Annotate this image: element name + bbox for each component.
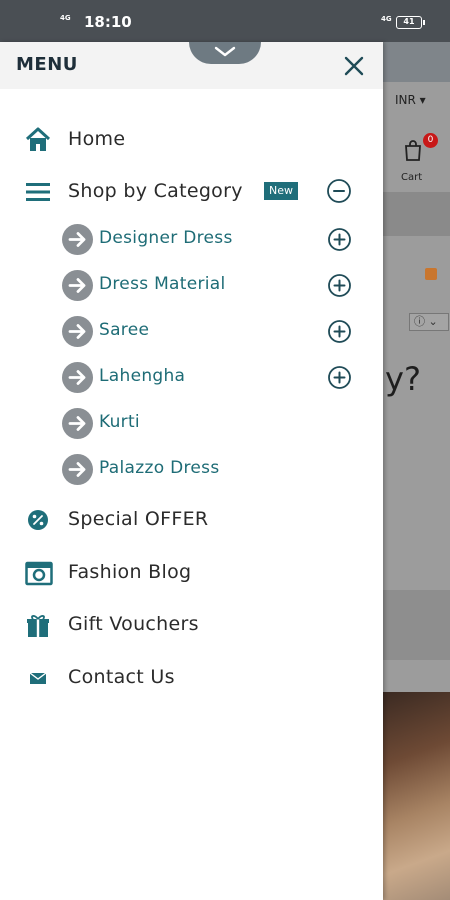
nav-label-home: Home xyxy=(68,128,126,150)
arrow-right-icon xyxy=(62,224,93,255)
currency-selector[interactable]: INR ▾ xyxy=(395,93,426,107)
battery-icon: 41 xyxy=(396,16,425,29)
nav-item-contact-us[interactable]: Contact Us xyxy=(0,656,383,700)
chevron-down-icon xyxy=(214,46,236,57)
category-label: Kurti xyxy=(99,412,140,432)
category-label: Saree xyxy=(99,320,150,340)
arrow-right-icon xyxy=(62,270,93,301)
cart-icon[interactable] xyxy=(401,138,425,162)
arrow-right-icon xyxy=(62,454,93,485)
clock: 18:10 xyxy=(84,13,132,31)
network-indicator-right: 4G xyxy=(381,15,392,23)
nav-label-shop-by-category: Shop by Category xyxy=(68,180,243,202)
category-item-palazzo-dress[interactable]: Palazzo Dress xyxy=(0,450,383,490)
status-bar: 4G 18:10 4G 41 xyxy=(0,0,450,42)
drawer-pull-tab[interactable] xyxy=(189,42,261,64)
background-heading-fragment: y? xyxy=(385,360,421,398)
hamburger-icon xyxy=(26,183,50,201)
home-icon xyxy=(25,127,51,151)
category-item-kurti[interactable]: Kurti xyxy=(0,404,383,444)
category-item-saree[interactable]: Saree xyxy=(0,312,383,352)
navigation-drawer: MENU Home Shop by Category New Designer … xyxy=(0,42,383,900)
nav-label-contact-us: Contact Us xyxy=(68,666,175,688)
nav-label-fashion-blog: Fashion Blog xyxy=(68,561,192,583)
percent-icon xyxy=(28,510,48,530)
category-item-designer-dress[interactable]: Designer Dress xyxy=(0,220,383,260)
arrow-right-icon xyxy=(62,316,93,347)
cart-label: Cart xyxy=(401,172,423,183)
envelope-icon xyxy=(29,672,47,684)
product-image[interactable] xyxy=(383,692,450,900)
category-label: Lahengha xyxy=(99,366,186,386)
plus-circle-icon[interactable] xyxy=(327,273,352,298)
nav-label-special-offer: Special OFFER xyxy=(68,508,209,530)
rss-icon[interactable] xyxy=(425,268,437,280)
close-icon[interactable] xyxy=(340,52,368,80)
nav-item-gift-vouchers[interactable]: Gift Vouchers xyxy=(0,603,383,647)
new-badge: New xyxy=(264,182,298,200)
plus-circle-icon[interactable] xyxy=(327,319,352,344)
category-label: Dress Material xyxy=(99,274,226,294)
background-band xyxy=(383,590,450,660)
plus-circle-icon[interactable] xyxy=(327,365,352,390)
nav-item-special-offer[interactable]: Special OFFER xyxy=(0,498,383,542)
info-select[interactable]: ⓘ ⌄ xyxy=(409,313,449,331)
cart-count-badge: 0 xyxy=(423,133,438,148)
background-page: INR ▾ 0 Cart ⓘ ⌄ y? xyxy=(383,42,450,900)
nav-label-gift-vouchers: Gift Vouchers xyxy=(68,613,199,635)
background-header xyxy=(383,42,450,82)
arrow-right-icon xyxy=(62,362,93,393)
minus-circle-icon[interactable] xyxy=(326,178,352,204)
menu-title: MENU xyxy=(16,54,78,75)
arrow-right-icon xyxy=(62,408,93,439)
network-indicator: 4G xyxy=(60,14,71,22)
nav-item-fashion-blog[interactable]: Fashion Blog xyxy=(0,551,383,595)
category-label: Designer Dress xyxy=(99,228,233,248)
camera-icon xyxy=(25,561,53,586)
nav-item-home[interactable]: Home xyxy=(0,118,383,162)
category-item-dress-material[interactable]: Dress Material xyxy=(0,266,383,306)
category-item-lahengha[interactable]: Lahengha xyxy=(0,358,383,398)
plus-circle-icon[interactable] xyxy=(327,227,352,252)
background-band xyxy=(383,192,450,236)
gift-icon xyxy=(27,615,49,637)
category-label: Palazzo Dress xyxy=(99,458,220,478)
